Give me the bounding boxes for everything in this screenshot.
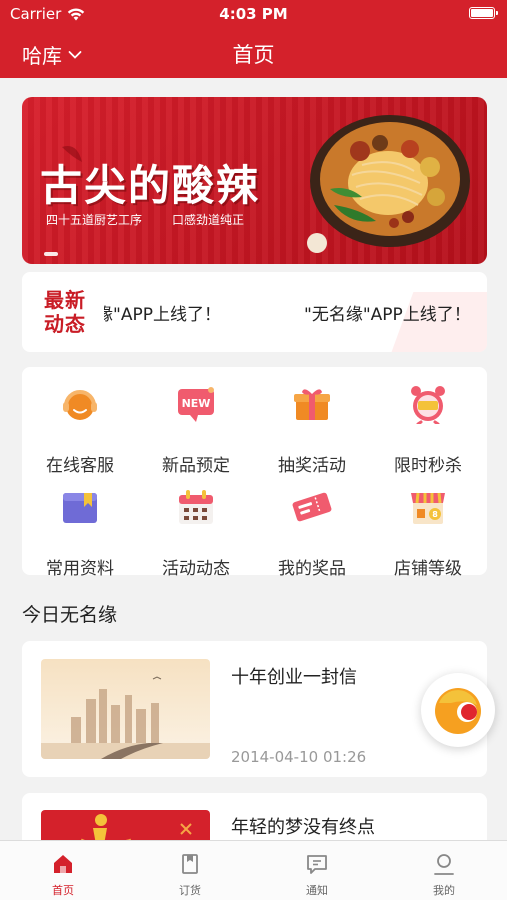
tab-label: 我的 [433, 884, 455, 897]
battery-icon [469, 7, 498, 19]
tab-label: 通知 [306, 884, 328, 897]
tab-profile[interactable]: 我的 [381, 841, 507, 900]
news-ticker[interactable]: 缘"APP上线了！ "无名缘"APP上线了！ [104, 300, 477, 324]
message-icon [307, 855, 327, 874]
bottom-tab-bar: 首页 订货 通知 我的 [0, 840, 507, 900]
banner-headline: 古尖的酸辣 [40, 161, 261, 210]
garlic-decoration [307, 233, 327, 253]
menu-item-online-service[interactable]: 在线客服 [22, 372, 138, 476]
assistant-icon [435, 688, 481, 734]
tab-order[interactable]: 订货 [127, 841, 253, 900]
article-date: 2014-04-10 01:26 [231, 748, 367, 766]
menu-label: 限时秒杀 [394, 456, 462, 476]
nav-bar: 哈库 首页 [0, 28, 507, 78]
menu-item-store-level[interactable]: 8 店铺等级 [370, 475, 486, 579]
promo-banner[interactable]: 古尖的酸辣 四十五道厨艺工序 口感劲道纯正 [22, 97, 487, 264]
shop-icon: 8 [411, 492, 445, 524]
menu-item-my-prizes[interactable]: 我的奖品 [254, 475, 370, 579]
carousel-indicator[interactable] [44, 252, 58, 256]
article-title: 年轻的梦没有终点 [231, 817, 375, 838]
svg-text:8: 8 [432, 510, 438, 519]
news-ticker-card[interactable]: 最新 动态 缘"APP上线了！ "无名缘"APP上线了！ [22, 272, 487, 352]
section-title: 今日无名缘 [22, 604, 118, 626]
menu-label: 新品预定 [162, 456, 230, 476]
ticker-item-prev[interactable]: 缘"APP上线了！ [104, 300, 221, 324]
gift-box-icon [294, 389, 330, 420]
menu-label: 在线客服 [46, 456, 114, 476]
alarm-clock-icon [411, 386, 445, 424]
article-title: 十年创业一封信 [231, 667, 357, 688]
tab-label: 首页 [52, 884, 74, 897]
headset-icon [63, 390, 97, 420]
menu-label: 店铺等级 [394, 559, 462, 579]
ticket-icon [292, 492, 332, 522]
svg-text:NEW: NEW [182, 397, 211, 410]
calendar-icon [179, 490, 213, 524]
city-skyline-image [41, 659, 210, 759]
profile-icon [434, 854, 454, 875]
news-tag-line2: 动态 [44, 312, 86, 336]
article-card[interactable]: 十年创业一封信 2014-04-10 01:26 [22, 641, 487, 777]
floating-assistant-button[interactable] [421, 673, 495, 747]
banner-subtitle-1: 四十五道厨艺工序 [46, 213, 143, 227]
article-thumbnail [41, 659, 210, 759]
menu-label: 抽奖活动 [278, 456, 346, 476]
new-badge-icon: NEW [178, 387, 214, 422]
tab-notifications[interactable]: 通知 [254, 841, 380, 900]
menu-item-lottery[interactable]: 抽奖活动 [254, 372, 370, 476]
menu-label: 我的奖品 [278, 559, 346, 579]
tab-home[interactable]: 首页 [0, 841, 126, 900]
menu-item-activity-news[interactable]: 活动动态 [138, 475, 254, 579]
order-icon [182, 854, 198, 874]
menu-item-new-products[interactable]: NEW 新品预定 [138, 372, 254, 476]
clock: 4:03 PM [219, 5, 288, 23]
status-bar: Carrier 4:03 PM [0, 0, 507, 28]
news-tag-line1: 最新 [44, 288, 86, 312]
menu-item-flash-sale[interactable]: 限时秒杀 [370, 372, 486, 476]
function-grid: 在线客服 NEW 新品预定 抽奖活动 限时秒杀 常用资料 活动动态 我的奖品 8… [22, 367, 487, 579]
menu-item-common-data[interactable]: 常用资料 [22, 475, 138, 579]
ticker-item-current[interactable]: "无名缘"APP上线了！ [304, 300, 471, 324]
tab-label: 订货 [179, 884, 201, 897]
home-icon [54, 855, 72, 873]
news-tag: 最新 动态 [44, 288, 94, 336]
menu-label: 活动动态 [162, 559, 230, 579]
page-title: 首页 [232, 43, 275, 67]
folder-icon [63, 493, 97, 523]
banner-subtitle-2: 口感劲道纯正 [172, 213, 245, 227]
menu-label: 常用资料 [46, 559, 114, 579]
